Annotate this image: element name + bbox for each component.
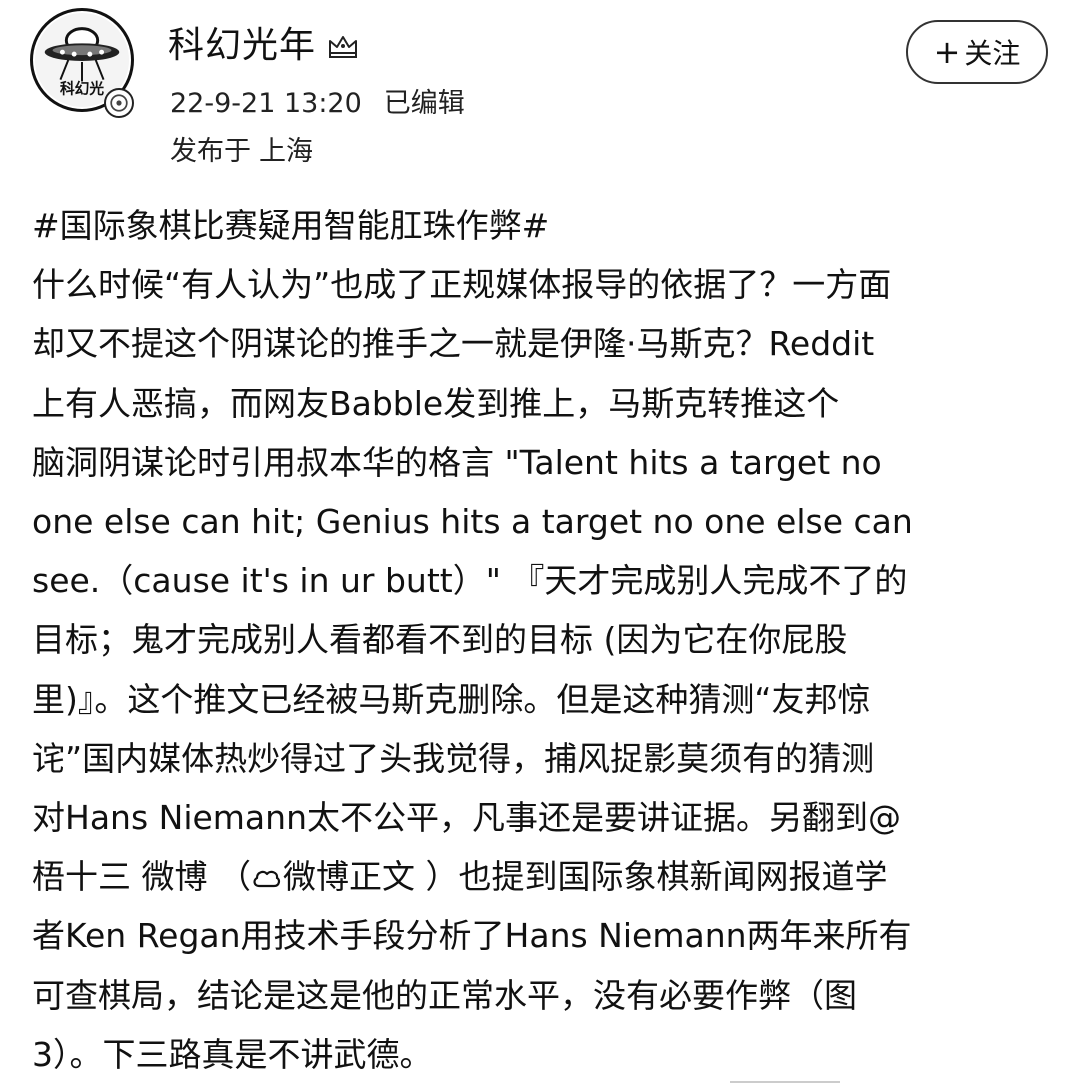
post-line: 却又不提这个阴谋论的推手之一就是伊隆·马斯克？Reddit: [32, 324, 875, 364]
username[interactable]: 科幻光年: [168, 22, 316, 70]
edited-label[interactable]: 已编辑: [384, 84, 465, 124]
avatar-logo-text: 科幻光: [60, 79, 104, 97]
post-line: 3）。下三路真是不讲武德。: [32, 1034, 433, 1074]
hashtag-link[interactable]: #国际象棋比赛疑用智能肛珠作弊#: [32, 196, 1052, 255]
post-header: 科幻光 科幻光年 22-9-21 13:20 已编辑 发布于 上海 + 关注: [0, 0, 1080, 190]
post-line: 什么时候“有人认为”也成了正规媒体报导的依据了？一方面: [32, 265, 892, 305]
post-body: #国际象棋比赛疑用智能肛珠作弊# 什么时候“有人认为”也成了正规媒体报导的依据了…: [32, 196, 1052, 1084]
plus-icon: +: [933, 33, 961, 71]
post-line: one else can hit; Genius hits a target n…: [32, 502, 913, 542]
weibo-article-link[interactable]: 微博正文: [251, 857, 415, 896]
post-line: 可查棋局，结论是这是他的正常水平，没有必要作弊（图: [32, 975, 857, 1015]
username-row: 科幻光年: [168, 22, 360, 70]
cloud-weibo-icon: [251, 866, 281, 890]
post-line: 者Ken Regan用技术手段分析了Hans Niemann两年来所有: [32, 916, 912, 956]
post-line: 对Hans Niemann太不公平，凡事还是要讲证据。另翻到@: [32, 798, 901, 838]
post-line: 梧十三 微博 （ 微博正文 ）也提到国际象棋新闻网报道学: [32, 847, 1052, 906]
image-strip-hint: [730, 1081, 840, 1083]
follow-button[interactable]: + 关注: [906, 20, 1048, 84]
verified-badge-icon: [104, 88, 134, 118]
location-prefix: 发布于: [170, 136, 251, 167]
link-bracket: （: [207, 857, 251, 897]
post-location: 发布于 上海: [170, 132, 313, 172]
post-line-rest: ）也提到国际象棋新闻网报道学: [415, 857, 888, 897]
post-line: 诧”国内媒体热炒得过了头我觉得，捕风捉影莫须有的猜测: [32, 738, 875, 778]
post-line: 目标；鬼才完成别人看都看不到的目标 (因为它在你屁股: [32, 620, 848, 660]
crown-level-icon[interactable]: [326, 31, 360, 61]
post-line: 脑洞阴谋论时引用叔本华的格言 "Talent hits a target no: [32, 442, 882, 482]
follow-label: 关注: [964, 37, 1021, 70]
post-line: 里)』。这个推文已经被马斯克删除。但是这种猜测“友邦惊: [32, 679, 871, 719]
weibo-article-link-text: 微博正文: [283, 857, 415, 897]
post-timestamp: 22-9-21 13:20: [170, 88, 362, 119]
post-meta: 22-9-21 13:20 已编辑: [170, 84, 465, 124]
location-name: 上海: [259, 136, 313, 167]
post-line: see.（cause it's in ur butt）" 『天才完成别人完成不了…: [32, 561, 908, 601]
user-mention-link[interactable]: 梧十三 微博: [32, 857, 208, 896]
post-line: 上有人恶搞，而网友Babble发到推上，马斯克转推这个: [32, 383, 840, 423]
